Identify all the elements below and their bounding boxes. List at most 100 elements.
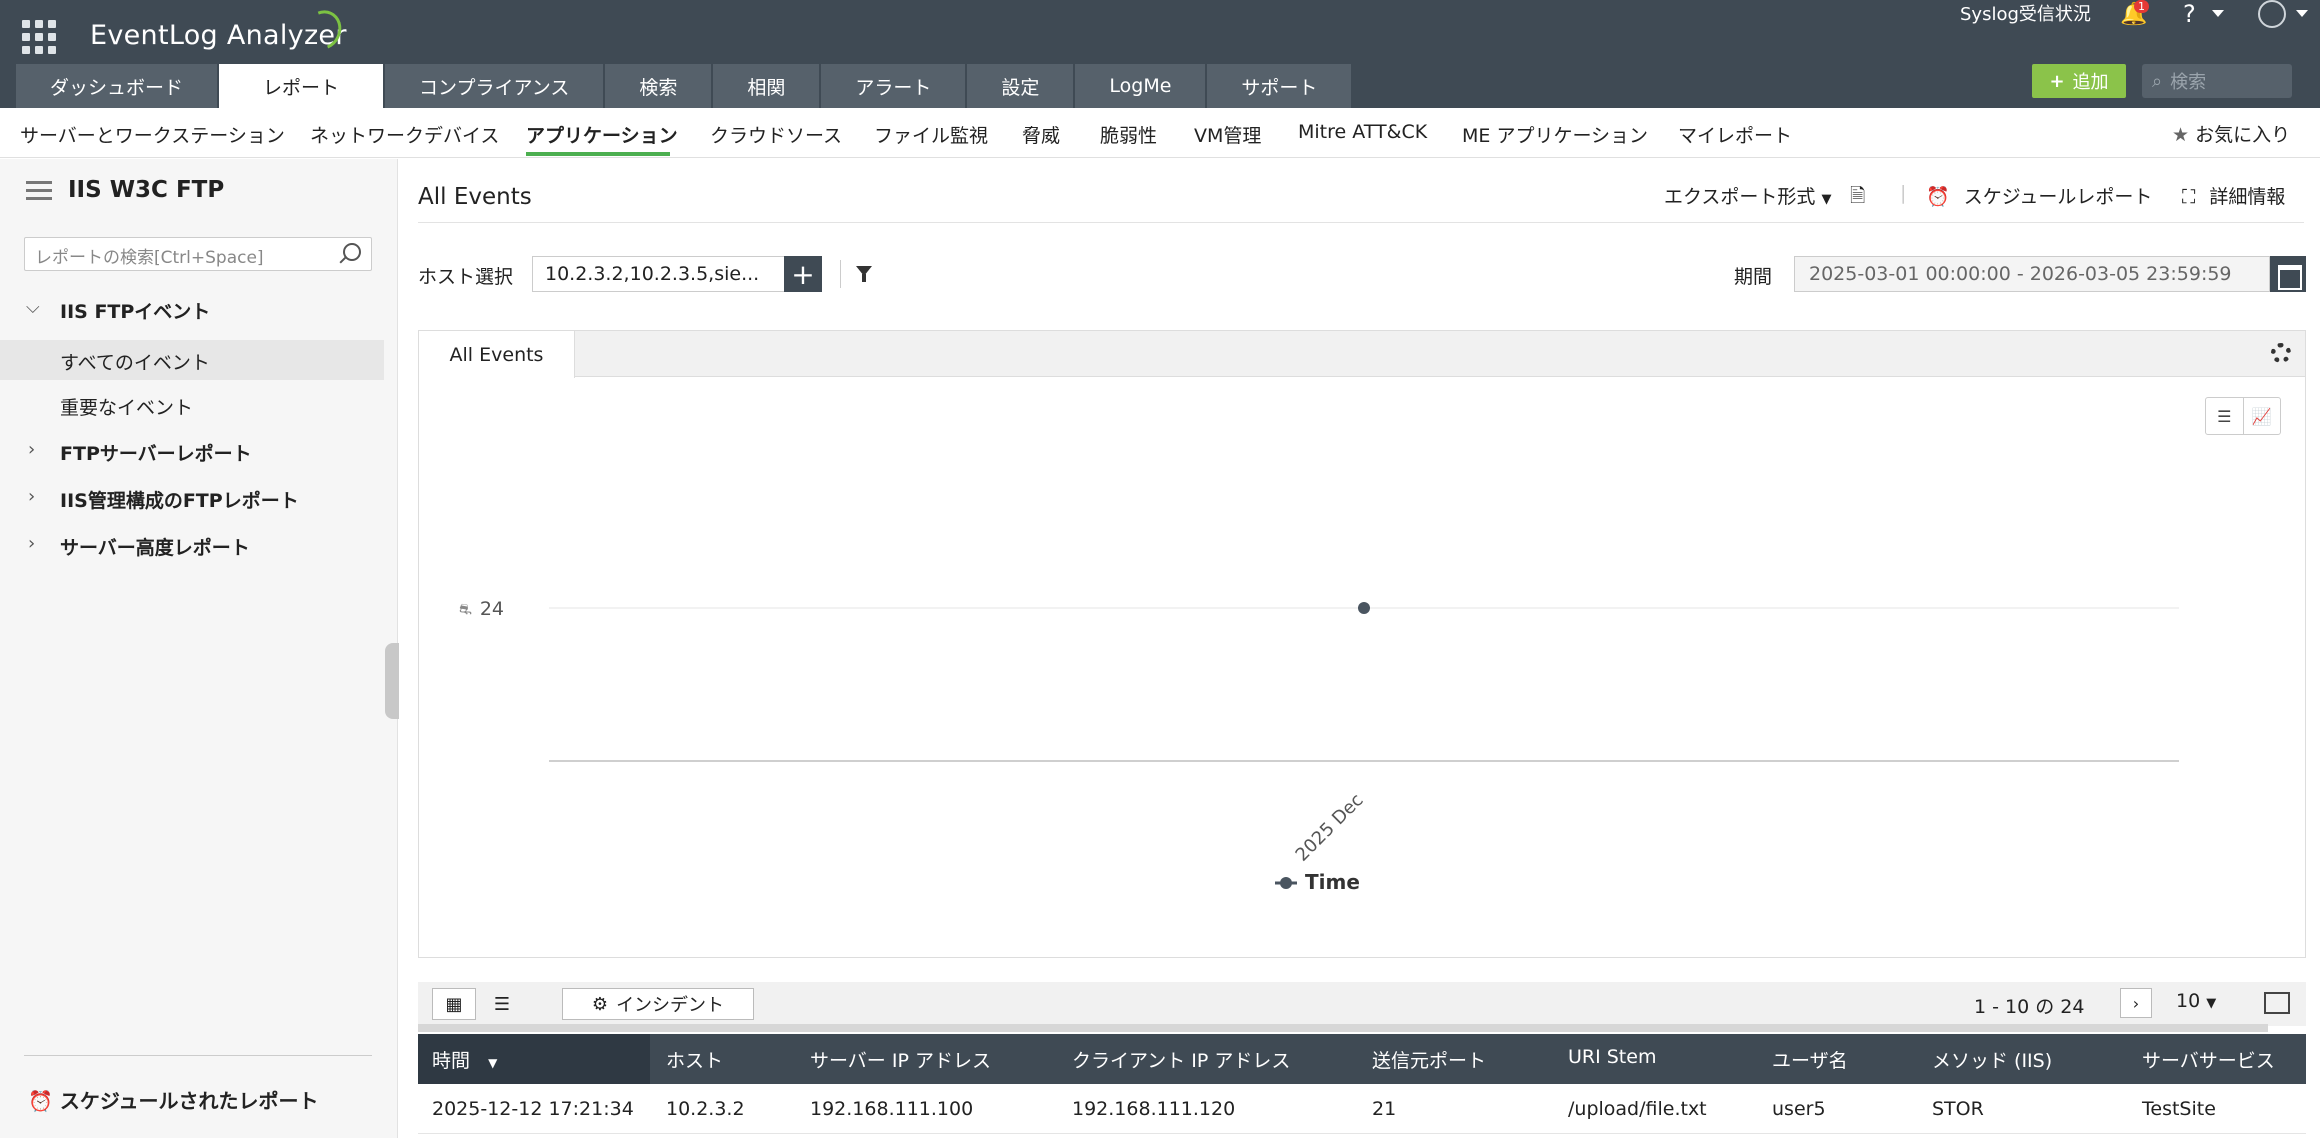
y-tick-label: 24 xyxy=(480,598,504,620)
scheduled-reports-link[interactable]: ⏰ スケジュールされたレポート xyxy=(28,1085,318,1114)
tab-dashboard[interactable]: ダッシュボード xyxy=(16,64,218,108)
column-header-client-ip[interactable]: クライアント IP アドレス xyxy=(1072,1046,1290,1073)
filter-icon[interactable] xyxy=(856,266,872,282)
tab-alerts[interactable]: アラート xyxy=(821,64,966,108)
schedule-report-label: スケジュールレポート xyxy=(1963,186,2153,208)
add-button-label: 追加 xyxy=(2072,72,2109,93)
add-button[interactable]: + 追加 xyxy=(2032,64,2126,98)
chevron-right-icon[interactable]: › xyxy=(28,533,35,554)
export-history-icon[interactable]: 🗎 xyxy=(1850,182,1865,214)
chevron-right-icon: › xyxy=(2132,993,2140,1013)
incident-button[interactable]: ⚙ インシデント xyxy=(562,988,754,1020)
subnav-mitre[interactable]: Mitre ATT&CK xyxy=(1298,121,1427,143)
subnav-me-applications[interactable]: ME アプリケーション xyxy=(1462,121,1648,148)
column-header-method[interactable]: メソッド (IIS) xyxy=(1932,1046,2052,1073)
help-icon[interactable]: ? xyxy=(2183,0,2196,28)
top-search-input[interactable]: ⌕ 検索 xyxy=(2142,64,2292,98)
subnav-applications[interactable]: アプリケーション xyxy=(526,121,678,148)
column-header-server-service[interactable]: サーバサービス xyxy=(2142,1046,2275,1073)
chevron-right-icon[interactable]: › xyxy=(28,439,35,460)
period-label: 期間 xyxy=(1734,266,1773,288)
schedule-report-button[interactable]: ⏰ スケジュールレポート xyxy=(1926,182,2152,209)
legend-marker xyxy=(1280,877,1292,889)
table-toolbar: ▦ ☰ ⚙ インシデント 1 - 10 の 24 › 10 ▼ xyxy=(418,982,2306,1026)
data-point xyxy=(1358,602,1370,614)
column-header-server-ip[interactable]: サーバー IP アドレス xyxy=(810,1046,991,1073)
hamburger-icon[interactable] xyxy=(26,181,52,205)
user-caret-icon[interactable] xyxy=(2296,10,2308,17)
column-header-username[interactable]: ユーザ名 xyxy=(1772,1046,1848,1073)
cell-host: 10.2.3.2 xyxy=(666,1098,745,1120)
report-search-input[interactable]: レポートの検索[Ctrl+Space] xyxy=(24,237,372,271)
tab-logme[interactable]: LogMe xyxy=(1075,64,1206,108)
column-settings-icon[interactable] xyxy=(2264,992,2290,1014)
help-caret-icon[interactable] xyxy=(2212,10,2224,17)
favorites-label: お気に入り xyxy=(2195,124,2291,146)
subnav-threats[interactable]: 脅威 xyxy=(1022,121,1060,148)
chevron-down-icon: ▼ xyxy=(1821,192,1832,207)
host-select-input[interactable]: 10.2.3.2,10.2.3.5,sie... xyxy=(532,256,784,292)
chevron-down-icon[interactable]: ⌵ xyxy=(26,297,40,318)
table-scrollbar[interactable] xyxy=(418,1024,2268,1032)
sidebar-divider xyxy=(24,1055,372,1056)
tab-correlation[interactable]: 相関 xyxy=(713,64,820,108)
events-chart: 24 ⛐ 2025 Dec Time xyxy=(459,598,2179,894)
tab-settings[interactable]: 設定 xyxy=(967,64,1074,108)
table-header: 時間 ▼ ホスト サーバー IP アドレス クライアント IP アドレス 送信元… xyxy=(418,1034,2306,1084)
cell-server-service: TestSite xyxy=(2142,1098,2216,1120)
add-host-button[interactable]: + xyxy=(784,256,822,292)
tab-support[interactable]: サポート xyxy=(1207,64,1352,108)
cell-client-ip: 192.168.111.120 xyxy=(1072,1098,1236,1120)
calendar-icon[interactable] xyxy=(2270,256,2306,292)
sidebar-title: IIS W3C FTP xyxy=(68,177,225,203)
favorites-link[interactable]: ★ お気に入り xyxy=(2172,120,2290,147)
incident-label: インシデント xyxy=(616,995,725,1016)
sidebar-item-important-events[interactable]: 重要なイベント xyxy=(60,393,193,420)
search-icon: ⌕ xyxy=(2152,70,2163,92)
tab-search[interactable]: 検索 xyxy=(605,64,712,108)
sidebar-collapse-handle[interactable] xyxy=(385,643,399,719)
table-row[interactable]: 2025-12-12 17:21:34 10.2.3.2 192.168.111… xyxy=(418,1084,2306,1134)
incident-icon: ⚙ xyxy=(591,993,609,1015)
sidebar: IIS W3C FTP レポートの検索[Ctrl+Space] ⌵ IIS FT… xyxy=(0,159,399,1138)
grid-view-icon[interactable]: ▦ xyxy=(432,988,476,1020)
next-page-button[interactable]: › xyxy=(2120,988,2152,1018)
alarm-clock-icon: ⏰ xyxy=(28,1089,53,1113)
chevron-down-icon: ▼ xyxy=(2206,996,2217,1011)
tab-reports[interactable]: レポート xyxy=(219,64,384,108)
column-header-uri-stem[interactable]: URI Stem xyxy=(1568,1046,1656,1068)
x-tick-label: 2025 Dec xyxy=(1292,790,1368,866)
chevron-right-icon[interactable]: › xyxy=(28,486,35,507)
subnav-servers[interactable]: サーバーとワークステーション xyxy=(20,121,285,148)
user-avatar-icon[interactable] xyxy=(2258,0,2286,28)
list-view-icon[interactable]: ☰ xyxy=(480,988,524,1020)
filter-separator xyxy=(840,260,841,288)
subnav-cloud-sources[interactable]: クラウドソース xyxy=(710,121,842,148)
app-grid-icon[interactable] xyxy=(22,20,56,54)
export-dropdown[interactable]: エクスポート形式 ▼ xyxy=(1664,182,1831,209)
syslog-status-link[interactable]: Syslog受信状況 xyxy=(1960,0,2091,26)
column-header-source-port[interactable]: 送信元ポート xyxy=(1372,1046,1486,1073)
subnav-vm-management[interactable]: VM管理 xyxy=(1194,121,1261,148)
tab-compliance[interactable]: コンプライアンス xyxy=(385,64,604,108)
cell-username: user5 xyxy=(1772,1098,1826,1120)
top-search-placeholder: 検索 xyxy=(2170,72,2207,93)
sidebar-item-all-events[interactable]: すべてのイベント xyxy=(60,348,210,375)
export-label: エクスポート形式 xyxy=(1664,186,1816,208)
search-icon[interactable] xyxy=(343,243,361,261)
column-header-time[interactable]: 時間 ▼ xyxy=(432,1046,497,1073)
y-axis-icon: ⛐ xyxy=(459,600,472,618)
subnav-network-devices[interactable]: ネットワークデバイス xyxy=(310,121,499,148)
sidebar-group-ftp-server-reports[interactable]: FTPサーバーレポート xyxy=(60,439,252,466)
subnav-file-monitoring[interactable]: ファイル監視 xyxy=(874,121,988,148)
subnav-vulnerabilities[interactable]: 脆弱性 xyxy=(1100,121,1157,148)
details-label: 詳細情報 xyxy=(2209,186,2286,208)
subnav-my-reports[interactable]: マイレポート xyxy=(1678,121,1792,148)
details-button[interactable]: ⛶ 詳細情報 xyxy=(2182,182,2285,209)
sidebar-group-server-advanced[interactable]: サーバー高度レポート xyxy=(60,533,250,560)
column-header-host[interactable]: ホスト xyxy=(666,1046,723,1073)
per-page-select[interactable]: 10 ▼ xyxy=(2176,990,2216,1012)
period-input[interactable]: 2025-03-01 00:00:00 - 2026-03-05 23:59:5… xyxy=(1794,256,2270,292)
sidebar-group-iis-managed-ftp[interactable]: IIS管理構成のFTPレポート xyxy=(60,486,299,513)
sidebar-group-iis-ftp-events[interactable]: IIS FTPイベント xyxy=(60,297,210,324)
